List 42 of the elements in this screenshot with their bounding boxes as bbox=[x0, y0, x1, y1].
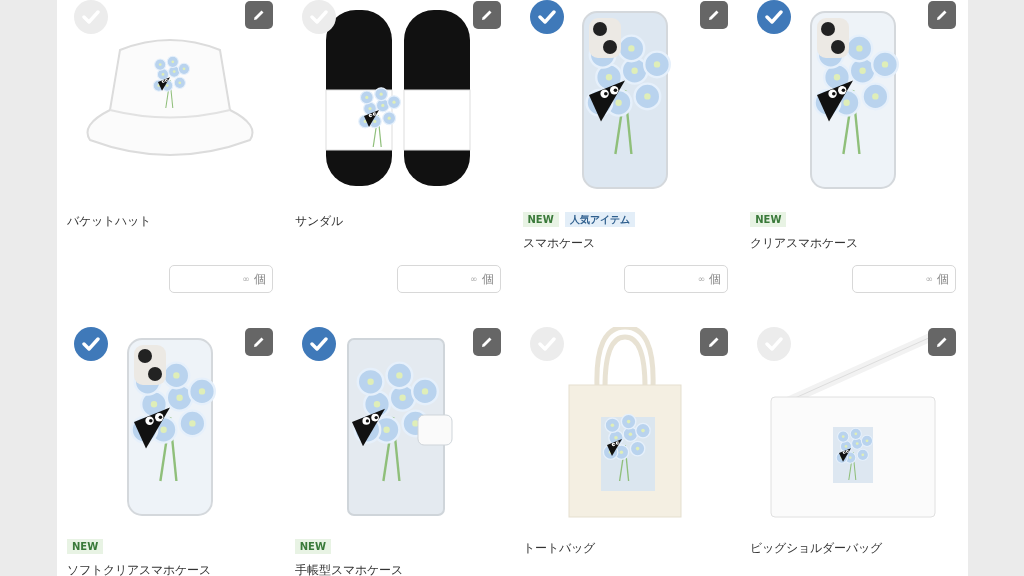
edit-button[interactable] bbox=[244, 328, 273, 356]
product-name: 手帳型スマホケース bbox=[294, 562, 404, 576]
select-checkbox[interactable] bbox=[757, 0, 792, 34]
edit-button[interactable] bbox=[472, 328, 501, 356]
check-icon bbox=[309, 337, 328, 351]
pencil-icon bbox=[707, 8, 722, 22]
pencil-icon bbox=[935, 8, 949, 22]
pencil-icon bbox=[251, 8, 266, 22]
edit-button[interactable] bbox=[700, 328, 729, 356]
edit-button[interactable] bbox=[928, 328, 956, 356]
edit-button[interactable] bbox=[472, 1, 501, 29]
pencil-icon bbox=[935, 335, 949, 349]
edit-button[interactable] bbox=[928, 1, 956, 29]
unit-label: 個 bbox=[937, 271, 949, 287]
check-icon bbox=[537, 10, 556, 24]
product-name: ビッグショルダーバッグ bbox=[750, 540, 884, 557]
product-name: スマホケース bbox=[522, 235, 596, 252]
new-badge: NEW bbox=[750, 212, 787, 227]
select-checkbox[interactable] bbox=[529, 0, 564, 34]
unit-label: 個 bbox=[709, 271, 722, 287]
select-checkbox[interactable] bbox=[301, 0, 336, 34]
product-name: トートバッグ bbox=[522, 540, 596, 557]
new-badge: NEW bbox=[294, 539, 331, 554]
check-icon bbox=[765, 10, 784, 24]
new-badge: NEW bbox=[67, 539, 104, 554]
edit-button[interactable] bbox=[700, 1, 729, 29]
product-name: サンダル bbox=[294, 213, 344, 230]
pencil-icon bbox=[707, 335, 722, 349]
tag-badge: 人気アイテム bbox=[564, 212, 635, 227]
check-icon bbox=[82, 337, 100, 351]
unit-label: 個 bbox=[253, 271, 266, 287]
product-name: ソフトクリアスマホケース bbox=[67, 562, 212, 576]
product-name: バケットハット bbox=[67, 213, 152, 230]
edit-button[interactable] bbox=[244, 1, 273, 29]
new-badge: NEW bbox=[522, 212, 559, 227]
pencil-icon bbox=[479, 8, 494, 22]
unit-label: 個 bbox=[481, 271, 494, 287]
select-checkbox[interactable] bbox=[301, 327, 336, 361]
product-name: クリアスマホケース bbox=[750, 235, 860, 252]
pencil-icon bbox=[479, 335, 494, 349]
select-checkbox[interactable] bbox=[74, 327, 108, 361]
pencil-icon bbox=[251, 335, 266, 349]
